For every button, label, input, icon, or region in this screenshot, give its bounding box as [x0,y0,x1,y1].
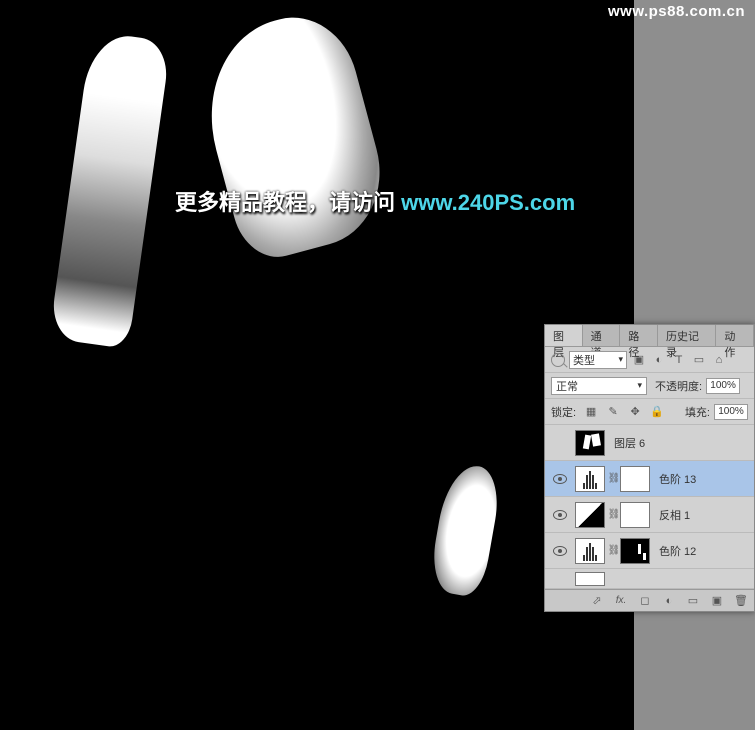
layer-name[interactable]: 反相 1 [659,507,690,523]
lock-row: 锁定: ▦ ✎ ✥ 🔒 填充: 100% [545,399,754,425]
layers-list: 图层 6 ⛓ 色阶 13 ⛓ 反相 1 ⛓ [545,425,754,589]
layer-row[interactable]: ⛓ 反相 1 [545,497,754,533]
opacity-label: 不透明度: [655,378,702,394]
link-layers-icon[interactable]: ⬀ [590,594,604,608]
overlay-text-part1: 更多精品教程，请访问 [175,190,401,215]
layer-kind-select[interactable]: 类型 ▾ [569,351,627,369]
visibility-toggle[interactable] [545,474,575,484]
watermark-top: www.ps88.com.cn [608,3,745,20]
link-icon[interactable]: ⛓ [610,505,618,525]
layer-thumbnail[interactable] [575,572,605,586]
lock-transparency-icon[interactable]: ▦ [583,404,599,420]
tab-actions[interactable]: 动作 [716,325,754,346]
blend-row: 正常 ▾ 不透明度: 100% [545,373,754,399]
fx-icon[interactable]: fx. [614,594,628,608]
content-shape [49,31,171,349]
layer-name[interactable]: 色阶 13 [659,471,696,487]
lock-position-icon[interactable]: ✥ [627,404,643,420]
layer-name[interactable]: 图层 6 [614,435,645,451]
link-icon[interactable]: ⛓ [610,541,618,561]
link-icon[interactable]: ⛓ [610,469,618,489]
overlay-text-part2: www.240PS.com [401,190,575,215]
layer-row[interactable]: ⛓ 色阶 13 [545,461,754,497]
panel-tabs: 图层 通道 路径 历史记录 动作 [545,325,754,347]
fill-label: 填充: [685,404,710,420]
shape-filter-icon[interactable]: ▭ [691,352,707,368]
layer-row[interactable]: ⛓ 色阶 12 [545,533,754,569]
visibility-toggle[interactable] [545,510,575,520]
opacity-value[interactable]: 100% [706,378,740,394]
blend-mode-select[interactable]: 正常 ▾ [551,377,647,395]
blend-mode-value: 正常 [556,378,578,394]
adjustment-icon[interactable]: ◐ [662,594,676,608]
adjust-filter-icon[interactable]: ◐ [651,352,667,368]
mask-icon[interactable]: ◻ [638,594,652,608]
new-layer-icon[interactable]: ▣ [710,594,724,608]
mask-thumbnail[interactable] [620,502,650,528]
chevron-down-icon: ▾ [618,354,623,365]
smart-filter-icon[interactable]: ⌂ [711,352,727,368]
text-filter-icon[interactable]: T [671,352,687,368]
adjustment-thumbnail[interactable] [575,502,605,528]
canvas-area[interactable] [0,0,634,730]
tab-paths[interactable]: 路径 [620,325,658,346]
visibility-toggle[interactable] [545,546,575,556]
eye-icon [553,474,567,484]
mask-thumbnail[interactable] [620,466,650,492]
panel-footer: ⬀ fx. ◻ ◐ ▭ ▣ 🗑 [545,589,754,611]
lock-label: 锁定: [551,404,576,420]
tab-channels[interactable]: 通道 [583,325,621,346]
adjustment-thumbnail[interactable] [575,466,605,492]
kind-label: 类型 [573,352,595,368]
eye-icon [553,546,567,556]
overlay-text: 更多精品教程，请访问 www.240PS.com [175,185,575,217]
eye-icon [553,510,567,520]
layers-panel: 图层 通道 路径 历史记录 动作 类型 ▾ ▣ ◐ T ▭ ⌂ 正常 ▾ 不透明… [544,324,755,612]
chevron-down-icon: ▾ [637,380,642,391]
fill-value[interactable]: 100% [714,404,748,420]
trash-icon[interactable]: 🗑 [734,594,748,608]
lock-icons: ▦ ✎ ✥ 🔒 [583,404,665,420]
content-shape [427,461,504,599]
layer-name[interactable]: 色阶 12 [659,543,696,559]
lock-pixels-icon[interactable]: ✎ [605,404,621,420]
image-filter-icon[interactable]: ▣ [631,352,647,368]
filter-row: 类型 ▾ ▣ ◐ T ▭ ⌂ [545,347,754,373]
search-icon [551,353,565,367]
tab-history[interactable]: 历史记录 [658,325,716,346]
layer-row[interactable]: 图层 6 [545,425,754,461]
layer-row[interactable] [545,569,754,589]
lock-all-icon[interactable]: 🔒 [649,404,665,420]
layer-thumbnail[interactable] [575,430,605,456]
group-icon[interactable]: ▭ [686,594,700,608]
content-shape [188,4,397,266]
tab-layers[interactable]: 图层 [545,325,583,346]
mask-thumbnail[interactable] [620,538,650,564]
adjustment-thumbnail[interactable] [575,538,605,564]
